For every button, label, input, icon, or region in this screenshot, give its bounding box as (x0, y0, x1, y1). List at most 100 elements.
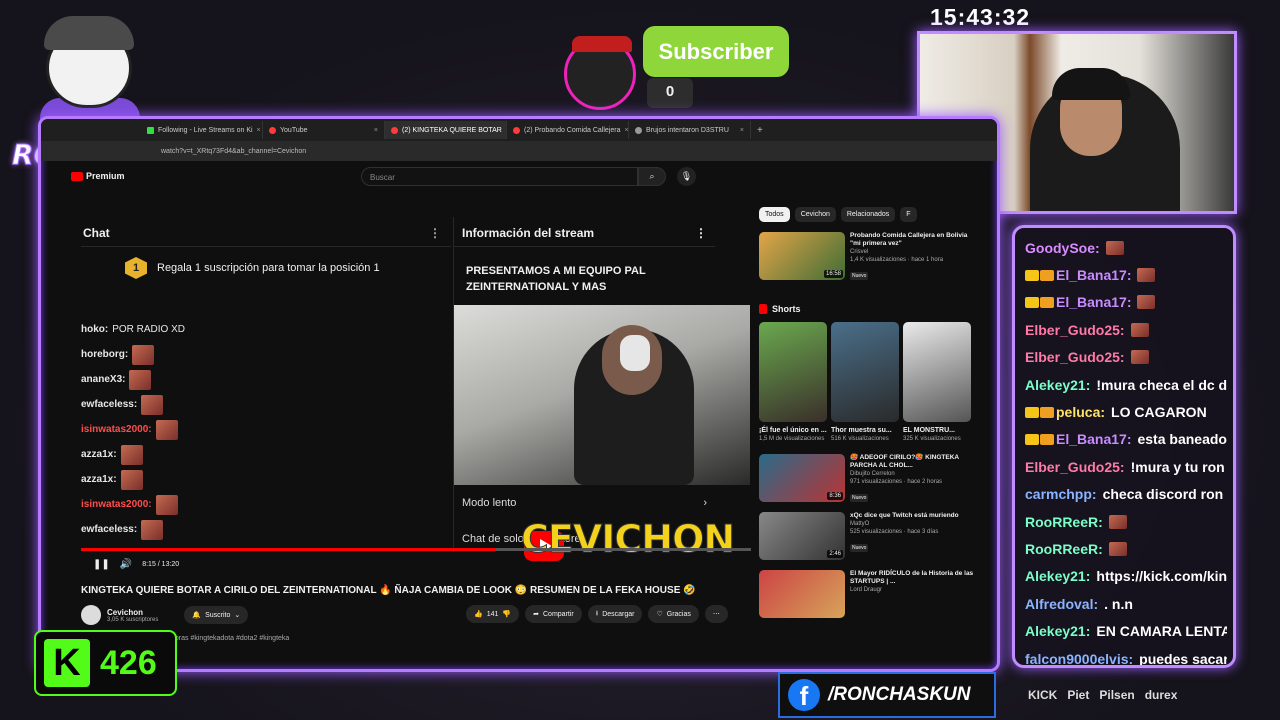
slow-mode-row[interactable]: Modo lento › (454, 485, 715, 521)
more-actions-button[interactable]: ⋯ (704, 605, 728, 623)
microphone-icon[interactable]: 🎙 (677, 167, 696, 186)
short-title[interactable]: Thor muestra su... (831, 426, 899, 435)
search-icon[interactable]: ⌕ (638, 167, 666, 186)
channel-avatar[interactable] (81, 605, 101, 625)
chat-text: esta baneado (1137, 431, 1227, 448)
rec-thumbnail[interactable]: 8:36 (759, 454, 845, 502)
pause-icon[interactable]: ❚❚ (93, 559, 110, 570)
chat-message-list: hoko: POR RADIO XD horeborg: ananeX3: ewface… (81, 317, 441, 542)
favicon-icon (269, 126, 276, 134)
rec-item[interactable]: 16:58 Probando Comida Callejera en Boliv… (759, 232, 979, 282)
chat-username: hoko: (81, 324, 109, 335)
premium-label: Premium (86, 171, 125, 181)
short-item[interactable]: ¡Él fue el único en ... 1,5 M de visualiz… (759, 322, 827, 444)
description-snippet[interactable]: horas #kingtekadota #dota2 #kingteka (171, 635, 289, 642)
address-bar[interactable]: watch?v=t_XRtq73Fd4&ab_channel=Cevichon (41, 141, 997, 161)
thanks-button[interactable]: ♡ Gracias (648, 605, 699, 623)
stream-chat-message: El_Bana17: esta baneado (1025, 426, 1227, 453)
subscribed-label: Suscrito (205, 611, 231, 619)
close-icon[interactable]: × (625, 127, 629, 134)
short-thumbnail[interactable] (759, 322, 827, 422)
close-icon[interactable]: × (374, 127, 378, 134)
chat-title: Chat (83, 226, 110, 240)
chat-username: ewfaceless: (81, 399, 138, 410)
share-button[interactable]: ➦ Compartir (525, 605, 582, 623)
chat-username: ewfaceless: (81, 524, 138, 535)
rec-thumbnail[interactable] (759, 570, 845, 618)
new-tab-icon[interactable]: + (751, 125, 763, 136)
shorts-title: Shorts (772, 304, 801, 314)
youtube-header: Premium Buscar ⌕ 🎙 (41, 161, 997, 197)
close-icon[interactable]: × (257, 127, 261, 134)
chevron-right-icon: › (703, 497, 707, 509)
rec-thumbnail[interactable]: 16:58 (759, 232, 845, 280)
rec-item[interactable]: 8:36 🥵 ADEOOF CIRILO?🥵 KINGTEKA PARCHA AL… (759, 454, 979, 504)
short-views: 516 K visualizaciones (831, 436, 889, 442)
chat-text: !mura checa el dc d (1096, 376, 1227, 393)
emote-icon (155, 419, 178, 440)
chat-message: ewfaceless: (81, 517, 441, 542)
close-icon[interactable]: × (740, 127, 744, 134)
video-title: KINGTEKA QUIERE BOTAR A CIRILO DEL ZEINT… (81, 585, 696, 596)
emote-icon (1108, 541, 1127, 556)
chat-message: isinwatas2000: (81, 417, 441, 442)
browser-tab[interactable]: Following - Live Streams on Ki × (141, 121, 263, 139)
more-options-icon[interactable]: ⋮ (429, 226, 449, 240)
subscriber-badges (1025, 406, 1054, 418)
filter-chip[interactable]: Relacionados (840, 207, 896, 222)
short-thumbnail[interactable] (831, 322, 899, 422)
channel-name[interactable]: Cevichon (107, 608, 158, 617)
rec-meta: 525 visualizaciones · hace 3 días (850, 529, 939, 535)
subscriber-badges (1025, 296, 1054, 308)
progress-bar[interactable] (81, 548, 751, 551)
chat-text: LO CAGARON (1111, 404, 1207, 421)
short-item[interactable]: Thor muestra su... 516 K visualizaciones (831, 322, 899, 444)
favicon-icon (635, 126, 642, 134)
tab-label: (2) Probando Comida Callejera (524, 126, 621, 134)
rec-thumbnail[interactable]: 2:46 (759, 512, 845, 560)
subscribed-button[interactable]: 🔔 Suscrito ⌄ (184, 606, 249, 624)
chat-text: EN CAMARA LENTA (1096, 623, 1227, 640)
emote-icon (141, 394, 164, 415)
thumbs-down-icon[interactable]: 👎 (502, 610, 511, 618)
stream-chat-message: falcon9000elvis: puedes sacar (1025, 645, 1227, 665)
emote-icon (1137, 295, 1156, 310)
filter-chip[interactable]: F (900, 207, 917, 222)
video-player[interactable]: Chat ⋮ 1 Regala 1 suscripción para tomar… (81, 217, 751, 577)
rec-item[interactable]: El Mayor RIDÍCULO de la Historia de las … (759, 570, 979, 620)
chat-username: isinwatas2000: (81, 499, 152, 510)
shorts-header: Shorts (759, 304, 979, 314)
search-input[interactable]: Buscar (361, 167, 638, 186)
rec-title[interactable]: Probando Comida Callejera en Bolivia "mi… (850, 232, 979, 248)
rec-duration: 8:36 (827, 492, 843, 500)
short-title[interactable]: EL MONSTRU... (903, 426, 971, 435)
rec-title[interactable]: xQc dice que Twitch está muriendo (850, 512, 959, 520)
chat-username: RooRReeR: (1025, 513, 1103, 530)
stream-chat-message: Alekey21: https://kick.com/kin (1025, 563, 1227, 590)
rec-title[interactable]: 🥵 ADEOOF CIRILO?🥵 KINGTEKA PARCHA AL CHO… (850, 454, 979, 470)
short-item[interactable]: EL MONSTRU... 325 K visualizaciones (903, 322, 971, 444)
filter-chip[interactable]: Cevichon (794, 207, 836, 222)
like-button[interactable]: 👍 141 👎 (466, 605, 520, 623)
browser-tab[interactable]: Brujos intentaron D3STRU × (629, 121, 751, 139)
chat-message: horeborg: (81, 342, 441, 367)
browser-tab[interactable]: (2) Probando Comida Callejera × (507, 121, 629, 139)
chat-username: Elber_Gudo25: (1025, 321, 1125, 338)
emote-icon (120, 444, 143, 465)
youtube-logo[interactable]: Premium (71, 171, 125, 181)
download-button[interactable]: ⭳ Descargar (587, 605, 643, 623)
subscriber-badges (1025, 433, 1054, 445)
volume-icon[interactable]: 🔊 (120, 559, 132, 570)
video-actions: 👍 141 👎 ➦ Compartir ⭳ Descargar ♡ Gracia… (466, 605, 728, 623)
browser-tab[interactable]: YouTube × (263, 121, 385, 139)
browser-tab[interactable]: (2) KINGTEKA QUIERE BOTAR× (385, 121, 507, 139)
short-thumbnail[interactable] (903, 322, 971, 422)
short-title[interactable]: ¡Él fue el único en ... (759, 426, 827, 435)
subscriber-count: 0 (647, 78, 693, 108)
more-options-icon[interactable]: ⋮ (695, 226, 707, 240)
filter-chip[interactable]: Todos (759, 207, 790, 222)
rec-title[interactable]: El Mayor RIDÍCULO de la Historia de las … (850, 570, 979, 586)
rec-item[interactable]: 2:46 xQc dice que Twitch está muriendo Mat… (759, 512, 979, 562)
chat-username: peluca: (1056, 404, 1106, 421)
rec-details: xQc dice que Twitch está muriendo MattyO 5… (850, 512, 959, 562)
